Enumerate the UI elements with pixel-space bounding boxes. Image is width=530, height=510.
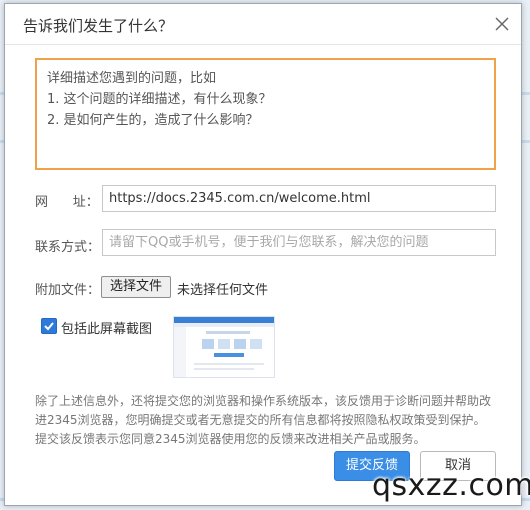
feedback-dialog: 告诉我们发生了什么？ 详细描述您遇到的问题，比如 1. 这个问题的详细描述，有什… xyxy=(4,3,522,506)
checkmark-icon xyxy=(44,322,54,331)
attachment-label: 附加文件： xyxy=(35,283,101,298)
site-watermark: qsxzz.com xyxy=(372,468,530,503)
file-status: 未选择任何文件 xyxy=(177,283,269,298)
contact-label: 联系方式： xyxy=(35,240,101,255)
close-icon[interactable] xyxy=(491,13,513,35)
dialog-title: 告诉我们发生了什么？ xyxy=(23,17,174,35)
include-screenshot-label: 包括此屏幕截图 xyxy=(61,322,153,337)
include-screenshot-checkbox[interactable] xyxy=(41,318,57,334)
url-label: 网 址： xyxy=(35,195,99,210)
description-textarea[interactable]: 详细描述您遇到的问题，比如 1. 这个问题的详细描述，有什么现象？ 2. 是如何… xyxy=(35,58,496,170)
privacy-notice: 除了上述信息外，还将提交您的浏览器和操作系统版本，该反馈用于诊断问题并帮助改进2… xyxy=(35,394,492,446)
contact-field[interactable]: 请留下QQ或手机号，便于我们与您联系，解决您的问题 xyxy=(102,229,496,256)
dialog-titlebar: 告诉我们发生了什么？ xyxy=(5,4,521,45)
url-field[interactable]: https://docs.2345.com.cn/welcome.html xyxy=(102,185,496,212)
screenshot-thumbnail xyxy=(173,316,275,378)
choose-file-button[interactable]: 选择文件 xyxy=(101,276,171,298)
